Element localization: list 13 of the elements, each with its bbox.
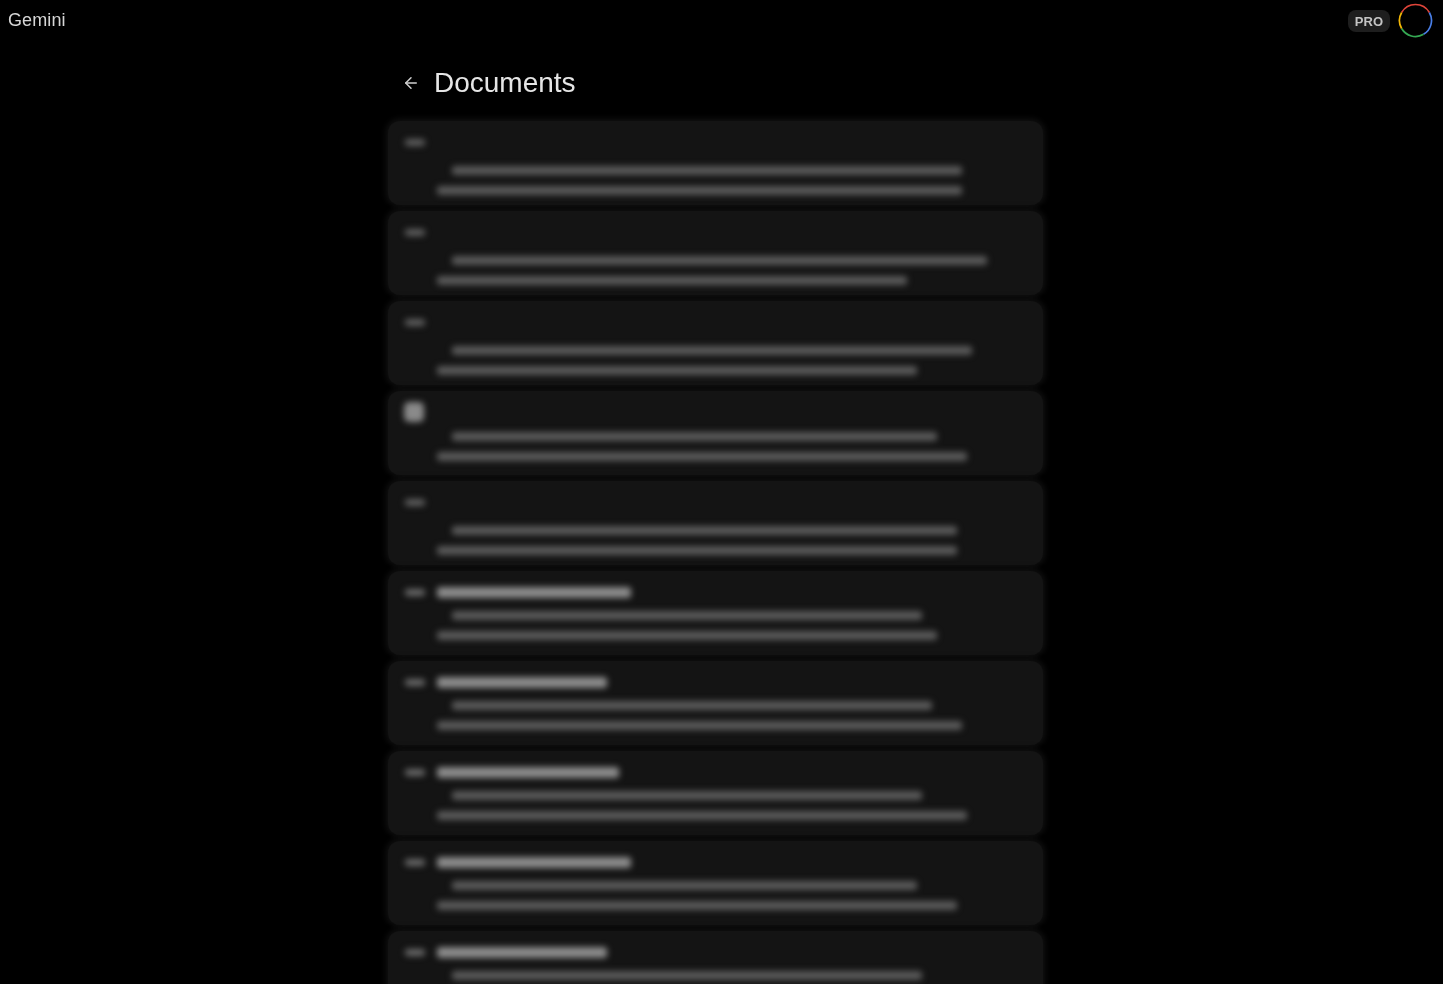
document-card[interactable] [388,571,1043,655]
profile-ring-icon[interactable] [1398,2,1433,38]
document-card[interactable] [388,751,1043,835]
document-card[interactable] [388,301,1043,385]
document-card[interactable] [388,661,1043,745]
document-card[interactable] [388,481,1043,565]
plan-badge: PRO [1347,10,1390,32]
document-card[interactable] [388,841,1043,925]
document-card[interactable] [388,391,1043,475]
page-title: Documents [434,67,576,99]
document-card[interactable] [388,121,1043,205]
document-card[interactable] [388,211,1043,295]
app-name: Gemini [8,9,66,31]
